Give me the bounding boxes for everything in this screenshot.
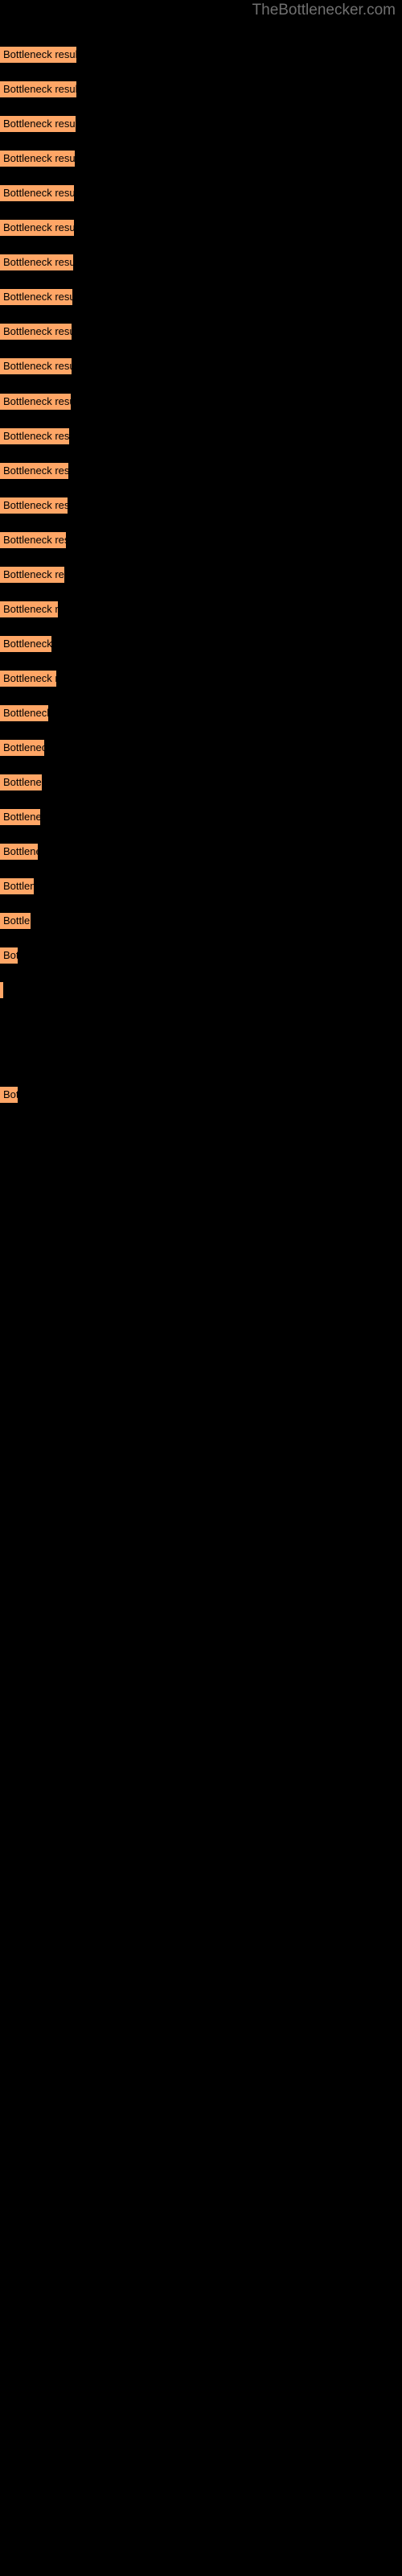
bar-label: Bottleneck result bbox=[3, 533, 66, 546]
bar-label: Bottleneck result bbox=[3, 464, 68, 477]
bar-label-clip: Bottleneck result bbox=[0, 843, 38, 861]
bar-label: Bottleneck result bbox=[3, 83, 76, 96]
bar-row: Bottleneck result bbox=[0, 669, 402, 687]
bar-label-clip: Bottleneck result bbox=[0, 670, 56, 687]
bar-row: Bottleneck result bbox=[0, 80, 402, 99]
bar-label: Bottleneck result bbox=[3, 741, 44, 753]
bar-label-clip: Bottleneck result bbox=[0, 877, 34, 895]
bar-label: Bottleneck result bbox=[3, 394, 71, 407]
bar-row: Bottleneck result bbox=[0, 704, 402, 722]
bar-label-clip: Bottleneck result bbox=[0, 115, 76, 133]
bar-label: Bottleneck result bbox=[3, 776, 42, 789]
bars-layer: Bottleneck result Bottleneck result Bottle… bbox=[0, 0, 402, 2576]
bar-row: Bottleneck result bbox=[0, 843, 402, 861]
bar-row bbox=[0, 1016, 402, 1034]
bar-label-clip: Bottleneck result bbox=[0, 219, 74, 237]
bar-label-clip: Bottleneck result bbox=[0, 184, 74, 202]
bar-label-clip: Bottleneck result bbox=[0, 566, 64, 584]
bar-row: Bottleneck result bbox=[0, 357, 402, 376]
bar-row: Bottleneck result bbox=[0, 739, 402, 757]
bar-label: Bottleneck result bbox=[3, 291, 72, 303]
bar-row bbox=[0, 1051, 402, 1068]
bar-label: Bottleneck result bbox=[3, 706, 48, 719]
bar-label: Bottleneck result bbox=[3, 880, 34, 893]
bar-label: Bottleneck result bbox=[3, 48, 76, 60]
bar-label-clip: Bottleneck result bbox=[0, 601, 58, 618]
bar-label-clip: Bottleneck result bbox=[0, 774, 42, 791]
bar-label: Bottleneck result bbox=[3, 256, 73, 269]
bar-row: Bottleneck result bbox=[0, 565, 402, 584]
bar-row: Bottleneck result bbox=[0, 1085, 402, 1104]
bar-row: Bottleneck result bbox=[0, 219, 402, 237]
bar-label: Bottleneck result bbox=[3, 118, 76, 130]
bar-row: Bottleneck result bbox=[0, 46, 402, 64]
bar-label: Bottleneck result bbox=[3, 325, 72, 338]
bar-row: Bottleneck result bbox=[0, 254, 402, 272]
bar-row: Bottleneck result bbox=[0, 912, 402, 931]
bar-label-clip: Bottleneck result bbox=[0, 357, 72, 375]
bar-label-clip: Bottleneck result bbox=[0, 981, 3, 999]
bar-row: Bottleneck result bbox=[0, 981, 402, 1000]
bar-label: Bottleneck result bbox=[3, 187, 74, 200]
bar-row: Bottleneck result bbox=[0, 461, 402, 480]
bar-row: Bottleneck result bbox=[0, 184, 402, 203]
bar-label: Bottleneck result bbox=[3, 360, 72, 373]
bar-label-clip: Bottleneck result bbox=[0, 393, 71, 411]
bar-label-clip: Bottleneck result bbox=[0, 80, 76, 98]
bar-label-clip: Bottleneck result bbox=[0, 704, 48, 722]
bar-label: Bottleneck result bbox=[3, 602, 58, 615]
bar-label: Bottleneck result bbox=[3, 637, 51, 650]
bar-row: Bottleneck result bbox=[0, 530, 402, 549]
bar-label: Bottleneck result bbox=[3, 914, 31, 927]
bar-label-clip: Bottleneck result bbox=[0, 150, 75, 167]
bar-row: Bottleneck result bbox=[0, 496, 402, 514]
bar-label: Bottleneck result bbox=[3, 152, 75, 165]
bar-label-clip: Bottleneck result bbox=[0, 46, 76, 64]
bar-row: Bottleneck result bbox=[0, 115, 402, 134]
bar-label-clip: Bottleneck result bbox=[0, 288, 72, 306]
bar-row: Bottleneck result bbox=[0, 634, 402, 653]
bar-label: Bottleneck result bbox=[3, 1088, 18, 1100]
bar-label-clip: Bottleneck result bbox=[0, 1086, 18, 1104]
bar-label: Bottleneck result bbox=[3, 221, 74, 234]
bar-label: Bottleneck result bbox=[3, 429, 69, 442]
bar-label: Bottleneck result bbox=[3, 845, 38, 858]
bar-label-clip: Bottleneck result bbox=[0, 254, 73, 271]
bar-label: Bottleneck result bbox=[3, 949, 18, 962]
bar-label-clip: Bottleneck result bbox=[0, 427, 69, 445]
bar-label-clip: Bottleneck result bbox=[0, 531, 66, 549]
bar-label-clip: Bottleneck result bbox=[0, 462, 68, 480]
bar-row: Bottleneck result bbox=[0, 877, 402, 896]
bar-label-clip: Bottleneck result bbox=[0, 739, 44, 757]
bar-row: Bottleneck result bbox=[0, 323, 402, 341]
bar-row: Bottleneck result bbox=[0, 600, 402, 618]
bar-label: Bottleneck result bbox=[3, 811, 40, 824]
bar-label: Bottleneck result bbox=[3, 568, 64, 580]
bar-row: Bottleneck result bbox=[0, 150, 402, 168]
bar-label-clip: Bottleneck result bbox=[0, 497, 68, 514]
bar-chart-root: TheBottlenecker.com Bottleneck result Bot… bbox=[0, 0, 402, 2576]
bar-label-clip: Bottleneck result bbox=[0, 323, 72, 341]
bar-label-clip: Bottleneck result bbox=[0, 912, 31, 930]
bar-row: Bottleneck result bbox=[0, 774, 402, 792]
bar-label-clip: Bottleneck result bbox=[0, 635, 51, 653]
bar-label: Bottleneck result bbox=[3, 498, 68, 511]
bar-label: Bottleneck result bbox=[3, 671, 56, 684]
bar-row: Bottleneck result bbox=[0, 947, 402, 965]
bar-label-clip: Bottleneck result bbox=[0, 947, 18, 964]
bar-row: Bottleneck result bbox=[0, 288, 402, 307]
bar-row: Bottleneck result bbox=[0, 427, 402, 445]
bar-row: Bottleneck result bbox=[0, 392, 402, 411]
bar-row: Bottleneck result bbox=[0, 808, 402, 827]
bar-label-clip: Bottleneck result bbox=[0, 808, 40, 826]
